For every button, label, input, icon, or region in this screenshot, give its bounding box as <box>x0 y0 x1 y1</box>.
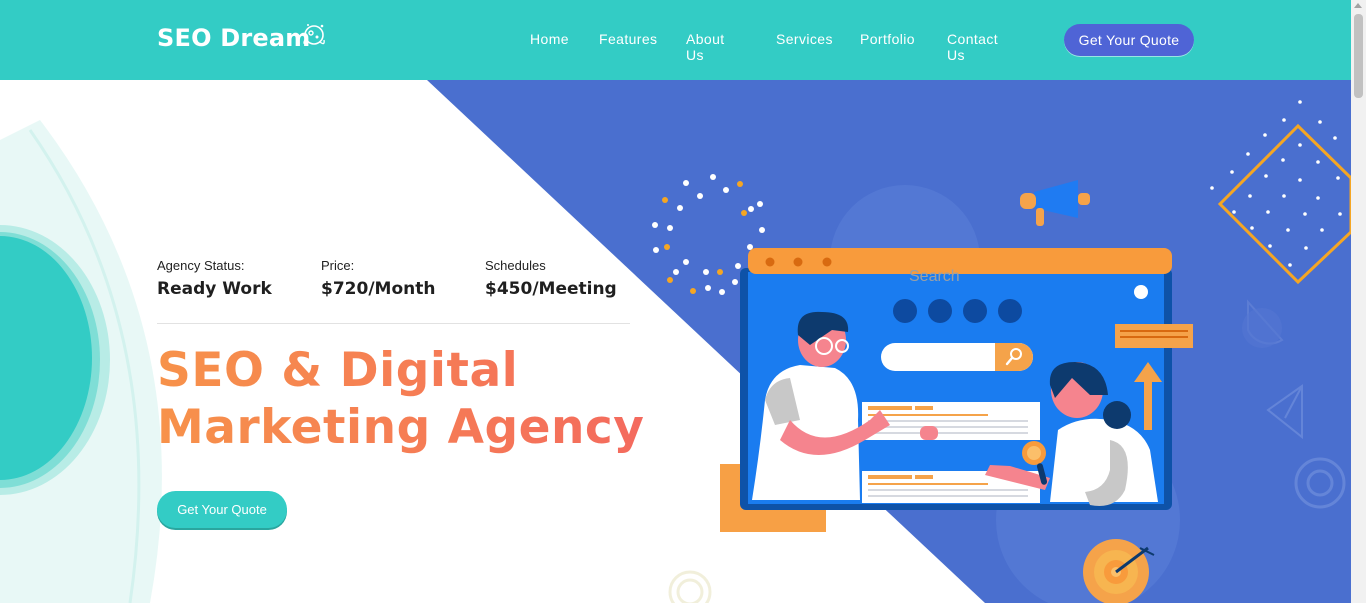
bottom-swirl-decoration <box>668 570 712 603</box>
nav-item-home[interactable]: Home <box>530 31 569 47</box>
nav-item-features[interactable]: Features <box>599 31 657 47</box>
nav-item-portfolio[interactable]: Portfolio <box>860 31 915 47</box>
illustration-search-placeholder: Search <box>909 268 960 285</box>
astronaut-icon <box>303 24 325 45</box>
get-quote-nav-button[interactable]: Get Your Quote <box>1064 24 1194 56</box>
brand-logo[interactable]: SEO Dream <box>157 24 310 52</box>
scrollbar-thumb[interactable] <box>1354 14 1363 98</box>
scroll-up-arrow-icon[interactable] <box>1354 3 1362 8</box>
page: SEO Dream Home Features About Us Service… <box>0 0 1351 603</box>
half-circle-decoration <box>1242 299 1284 348</box>
target-icon <box>1083 539 1155 603</box>
site-header: SEO Dream Home Features About Us Service… <box>0 0 1351 80</box>
megaphone-icon <box>1020 180 1090 226</box>
ring-decoration <box>1294 457 1346 509</box>
seo-illustration <box>652 100 1351 603</box>
nav-item-contact-us[interactable]: Contact Us <box>947 31 998 63</box>
nav-item-services[interactable]: Services <box>776 31 833 47</box>
diamond-decoration <box>1210 100 1351 285</box>
illustration-search-bar <box>881 343 1033 371</box>
paper-plane-icon <box>1266 384 1303 440</box>
nav-item-about-us[interactable]: About Us <box>686 31 725 63</box>
